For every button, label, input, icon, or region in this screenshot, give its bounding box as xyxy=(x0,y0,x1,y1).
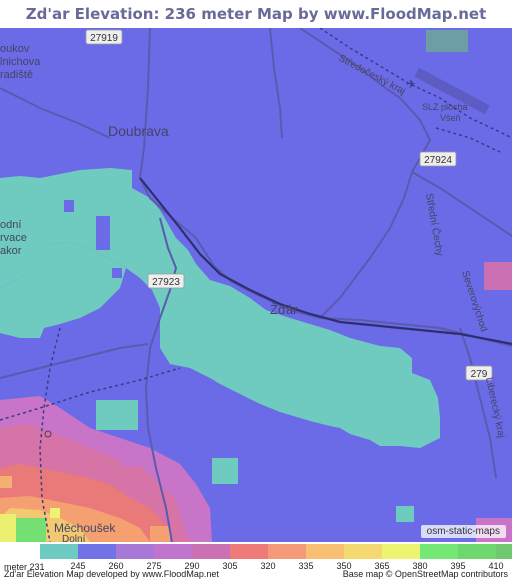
svg-text:27924: 27924 xyxy=(424,155,452,166)
place-vsen: Všeň xyxy=(440,113,461,123)
legend-tick: 305 xyxy=(222,561,238,571)
footer-credit: Zd'ar Elevation Map developed by www.Flo… xyxy=(4,569,219,579)
legend-swatch xyxy=(344,544,382,559)
legend-swatch xyxy=(230,544,268,559)
legend-swatch xyxy=(192,544,230,559)
elevation-legend: meter 231 245 260 275 290 305 320 335 350 365 380… xyxy=(0,542,512,572)
place-hradiste: radiště xyxy=(0,69,33,81)
place-dolni: Dolní xyxy=(62,534,86,542)
map-canvas[interactable]: ✈ 27919 27924 27923 279 Doubrava Žďár Mě… xyxy=(0,28,512,542)
high-patch-ne xyxy=(484,262,512,290)
road-badge-27919: 27919 xyxy=(85,29,123,45)
legend-tick: 320 xyxy=(260,561,276,571)
place-akor: akor xyxy=(0,245,22,257)
place-zdar: Žďár xyxy=(270,302,298,317)
legend-swatch xyxy=(306,544,344,559)
place-slz: SLZ plocha xyxy=(422,102,468,112)
svg-text:27919: 27919 xyxy=(90,33,118,44)
svg-text:27923: 27923 xyxy=(152,277,180,288)
legend-swatch xyxy=(420,544,458,559)
road-badge-27923: 27923 xyxy=(147,273,185,289)
place-doubrava: Doubrava xyxy=(108,123,169,139)
road-badge-27924: 27924 xyxy=(419,151,457,167)
legend-swatch xyxy=(268,544,306,559)
legend-swatch xyxy=(496,544,512,559)
legend-swatch xyxy=(458,544,496,559)
legend-swatch xyxy=(116,544,154,559)
airport-icon: ✈ xyxy=(406,77,416,91)
legend-swatch xyxy=(78,544,116,559)
place-rvace: rvace xyxy=(0,232,27,244)
green-patch-ne xyxy=(426,30,468,52)
legend-swatch xyxy=(154,544,192,559)
map-attribution: osm-static-maps xyxy=(420,525,506,538)
page-title: Zd'ar Elevation: 236 meter Map by www.Fl… xyxy=(25,5,487,51)
footer-basemap-credit: Base map © OpenStreetMap contributors xyxy=(342,569,508,579)
legend-swatch xyxy=(382,544,420,559)
place-lodni: odní xyxy=(0,219,21,231)
place-mechousek: Měchoušek xyxy=(54,521,116,535)
legend-swatch xyxy=(40,544,78,559)
legend-tick: 335 xyxy=(298,561,314,571)
elevation-map[interactable]: ✈ 27919 27924 27923 279 Doubrava Žďár Mě… xyxy=(0,28,512,542)
place-unichova: lnichova xyxy=(0,56,41,68)
place-oukov: oukov xyxy=(0,43,30,55)
